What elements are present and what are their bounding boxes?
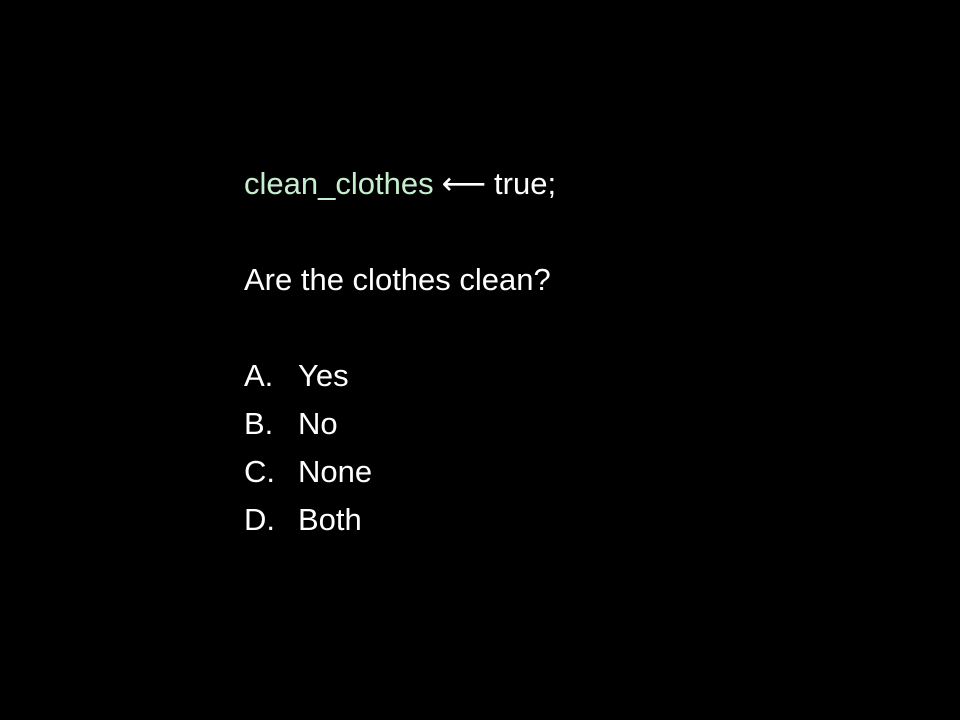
- option-letter: D.: [244, 502, 275, 537]
- code-statement: clean_clothes ⟵ true;: [244, 160, 864, 208]
- answer-options: A. Yes B. No C. None D. Both: [244, 352, 864, 544]
- assignment-arrow-icon: ⟵: [441, 166, 487, 201]
- option-text: None: [298, 454, 373, 489]
- option-c: C. None: [244, 448, 864, 496]
- option-text: Yes: [298, 358, 349, 393]
- option-a: A. Yes: [244, 352, 864, 400]
- option-d: D. Both: [244, 496, 864, 544]
- slide: clean_clothes ⟵ true; Are the clothes clea…: [0, 0, 960, 720]
- option-letter: B.: [244, 406, 274, 441]
- question-text: Are the clothes clean?: [244, 262, 551, 297]
- code-variable: clean_clothes: [244, 166, 434, 201]
- option-text: No: [298, 406, 338, 441]
- slide-content: clean_clothes ⟵ true; Are the clothes clea…: [244, 160, 864, 544]
- option-text: Both: [298, 502, 362, 537]
- option-b: B. No: [244, 400, 864, 448]
- code-value: true;: [494, 166, 557, 201]
- option-letter: C.: [244, 454, 275, 489]
- option-letter: A.: [244, 358, 274, 393]
